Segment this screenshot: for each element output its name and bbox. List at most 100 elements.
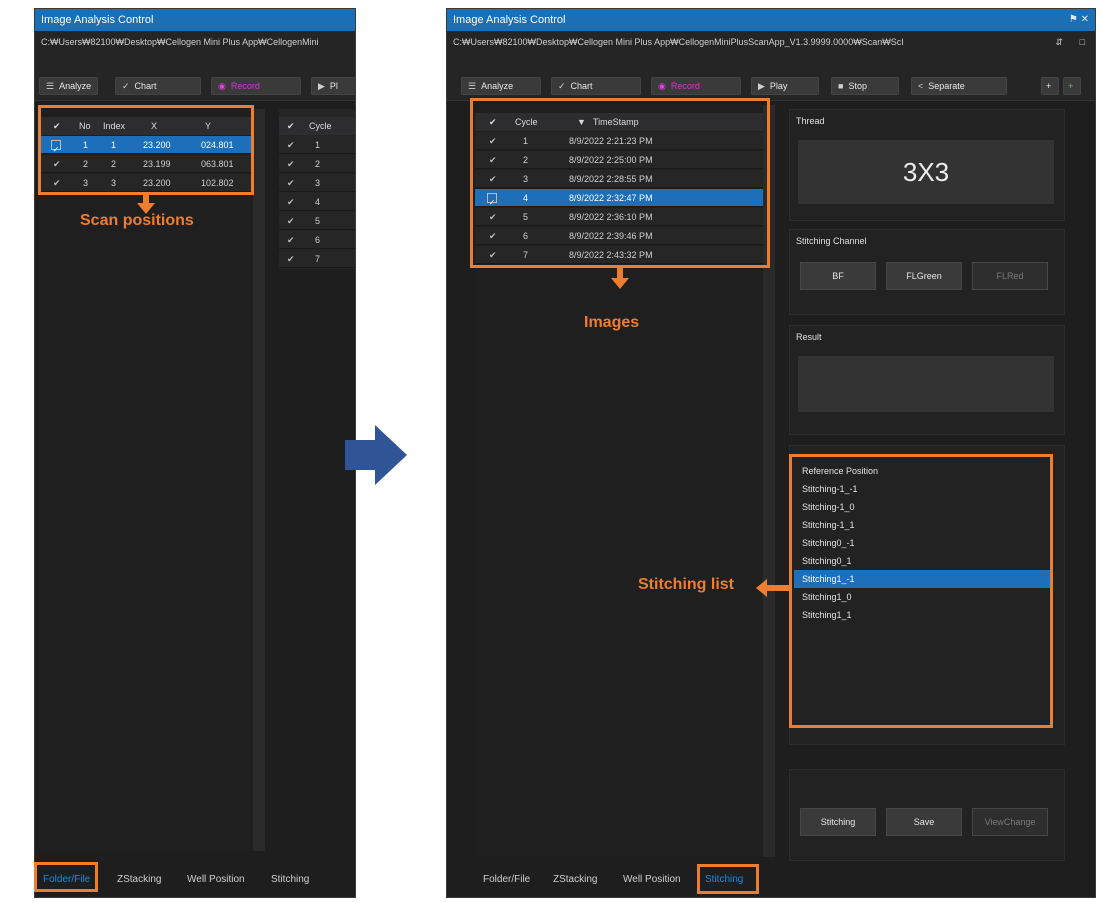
chevron-left-icon: < <box>918 81 924 91</box>
tab-well-position[interactable]: Well Position <box>187 874 245 885</box>
separate-button[interactable]: < Separate <box>911 77 1007 95</box>
tab-zstacking[interactable]: ZStacking <box>117 874 161 885</box>
record-button[interactable]: ◉ Record <box>651 77 741 95</box>
right-path-bar: C:₩Users₩82100₩Desktop₩Cellogen Mini Plu… <box>447 31 1095 71</box>
path-text: C:₩Users₩82100₩Desktop₩Cellogen Mini Plu… <box>41 37 319 47</box>
images-highlight <box>470 98 770 268</box>
cycle-grid-header: ✔ Cycle <box>279 117 355 135</box>
check-icon[interactable]: ✔ <box>287 250 295 268</box>
analyze-label: Analyze <box>481 81 514 91</box>
stitching-channel-label: Stitching Channel <box>796 236 867 246</box>
chart-button[interactable]: ✓ Chart <box>551 77 641 95</box>
stitching-button[interactable]: Stitching <box>800 808 876 836</box>
flred-button[interactable]: FLRed <box>972 262 1048 290</box>
left-toolbar: ☰ Analyze ✓ Chart ◉ Record ▶ Pl <box>35 71 355 101</box>
sort-icon[interactable]: ⇵ <box>1055 37 1063 48</box>
record-icon: ◉ <box>658 81 666 91</box>
window-title: Image Analysis Control <box>453 14 566 26</box>
check-icon[interactable]: ✔ <box>287 212 295 230</box>
play-button[interactable]: ▶ Play <box>751 77 819 95</box>
pin-close-icon[interactable]: ⚑ ✕ <box>1069 9 1089 31</box>
bf-button[interactable]: BF <box>800 262 876 290</box>
tab-folder-file[interactable]: Folder/File <box>483 874 530 885</box>
right-bottom-tabs: Folder/File ZStacking Well Position Stit… <box>447 861 1095 897</box>
grid-icon: ☰ <box>468 81 477 91</box>
table-row[interactable]: ✔ 2 <box>279 155 355 173</box>
stitching-list-highlight <box>789 454 1053 728</box>
save-button[interactable]: Save <box>886 808 962 836</box>
table-row[interactable]: ✔ 6 <box>279 231 355 249</box>
stop-button[interactable]: ■ Stop <box>831 77 899 95</box>
stop-icon: ■ <box>838 81 844 91</box>
play-label: Pl <box>329 81 338 91</box>
chart-label: Chart <box>134 81 157 91</box>
left-path-bar: C:₩Users₩82100₩Desktop₩Cellogen Mini Plu… <box>35 31 355 71</box>
stitching-channel-section: Stitching Channel BF FLGreen FLRed <box>789 229 1065 315</box>
folder-icon[interactable]: □ <box>1080 37 1085 47</box>
left-title-bar: Image Analysis Control <box>35 9 355 31</box>
action-section: Stitching Save ViewChange <box>789 769 1065 861</box>
check-icon[interactable]: ✔ <box>287 155 295 173</box>
table-row[interactable]: ✔ 3 <box>279 174 355 192</box>
thread-section: Thread 3X3 <box>789 109 1065 221</box>
transition-arrow-icon <box>345 425 407 485</box>
flgreen-button[interactable]: FLGreen <box>886 262 962 290</box>
cell-cycle: 5 <box>315 216 321 226</box>
header-check[interactable]: ✔ <box>287 117 295 135</box>
play-label: Play <box>769 81 788 91</box>
check-icon[interactable]: ✔ <box>287 231 295 249</box>
view-change-button[interactable]: ViewChange <box>972 808 1048 836</box>
right-title-bar: Image Analysis Control ⚑ ✕ <box>447 9 1095 31</box>
stop-label: Stop <box>848 81 867 91</box>
images-label: Images <box>584 314 640 331</box>
cell-cycle: 4 <box>315 197 321 207</box>
path-text: C:₩Users₩82100₩Desktop₩Cellogen Mini Plu… <box>453 37 904 47</box>
chart-icon: ✓ <box>558 81 566 91</box>
play-icon: ▶ <box>758 81 765 91</box>
cell-cycle: 1 <box>315 140 321 150</box>
analyze-label: Analyze <box>59 81 92 91</box>
play-button[interactable]: ▶ Pl <box>311 77 355 95</box>
scan-positions-highlight <box>38 105 254 195</box>
result-display <box>798 356 1054 412</box>
check-icon[interactable]: ✔ <box>287 193 295 211</box>
stitching-tab-highlight <box>697 864 759 894</box>
arrow-down-icon <box>611 278 629 289</box>
add-button[interactable]: + <box>1041 77 1059 95</box>
table-row[interactable]: ✔ 1 <box>279 136 355 154</box>
cell-cycle: 7 <box>315 254 321 264</box>
header-cycle[interactable]: Cycle <box>309 117 332 135</box>
check-icon[interactable]: ✔ <box>287 174 295 192</box>
chart-label: Chart <box>570 81 593 91</box>
analyze-button[interactable]: ☰ Analyze <box>461 77 541 95</box>
analyze-button[interactable]: ☰ Analyze <box>39 77 99 95</box>
arrow-left-icon <box>756 579 790 597</box>
add-green-button[interactable]: + <box>1063 77 1081 95</box>
arrow-stem <box>617 268 623 278</box>
record-label: Record <box>230 81 260 91</box>
tab-zstacking[interactable]: ZStacking <box>553 874 597 885</box>
scan-positions-label: Scan positions <box>80 212 194 229</box>
table-row[interactable]: ✔ 5 <box>279 212 355 230</box>
play-icon: ▶ <box>318 81 325 91</box>
tab-well-position[interactable]: Well Position <box>623 874 681 885</box>
record-icon: ◉ <box>218 81 226 91</box>
scan-grid-scrollbar[interactable] <box>253 109 265 851</box>
cell-cycle: 3 <box>315 178 321 188</box>
stitching-list-label: Stitching list <box>638 576 734 593</box>
tab-stitching[interactable]: Stitching <box>271 874 309 885</box>
window-title: Image Analysis Control <box>41 14 154 26</box>
thread-label: Thread <box>796 116 825 126</box>
check-icon[interactable]: ✔ <box>287 136 295 154</box>
separate-label: Separate <box>928 81 965 91</box>
table-row[interactable]: ✔ 4 <box>279 193 355 211</box>
result-section: Result <box>789 325 1065 435</box>
table-row[interactable]: ✔ 7 <box>279 250 355 268</box>
arrow-stem <box>143 195 149 203</box>
result-label: Result <box>796 332 822 342</box>
cycle-panel: ✔ Cycle ✔ 1 ✔ 2 ✔ 3 ✔ 4 ✔ 5 ✔ 6 ✔ 7 <box>279 109 355 269</box>
grid-icon: ☰ <box>46 81 55 91</box>
cell-cycle: 2 <box>315 159 321 169</box>
record-button[interactable]: ◉ Record <box>211 77 301 95</box>
chart-button[interactable]: ✓ Chart <box>115 77 201 95</box>
